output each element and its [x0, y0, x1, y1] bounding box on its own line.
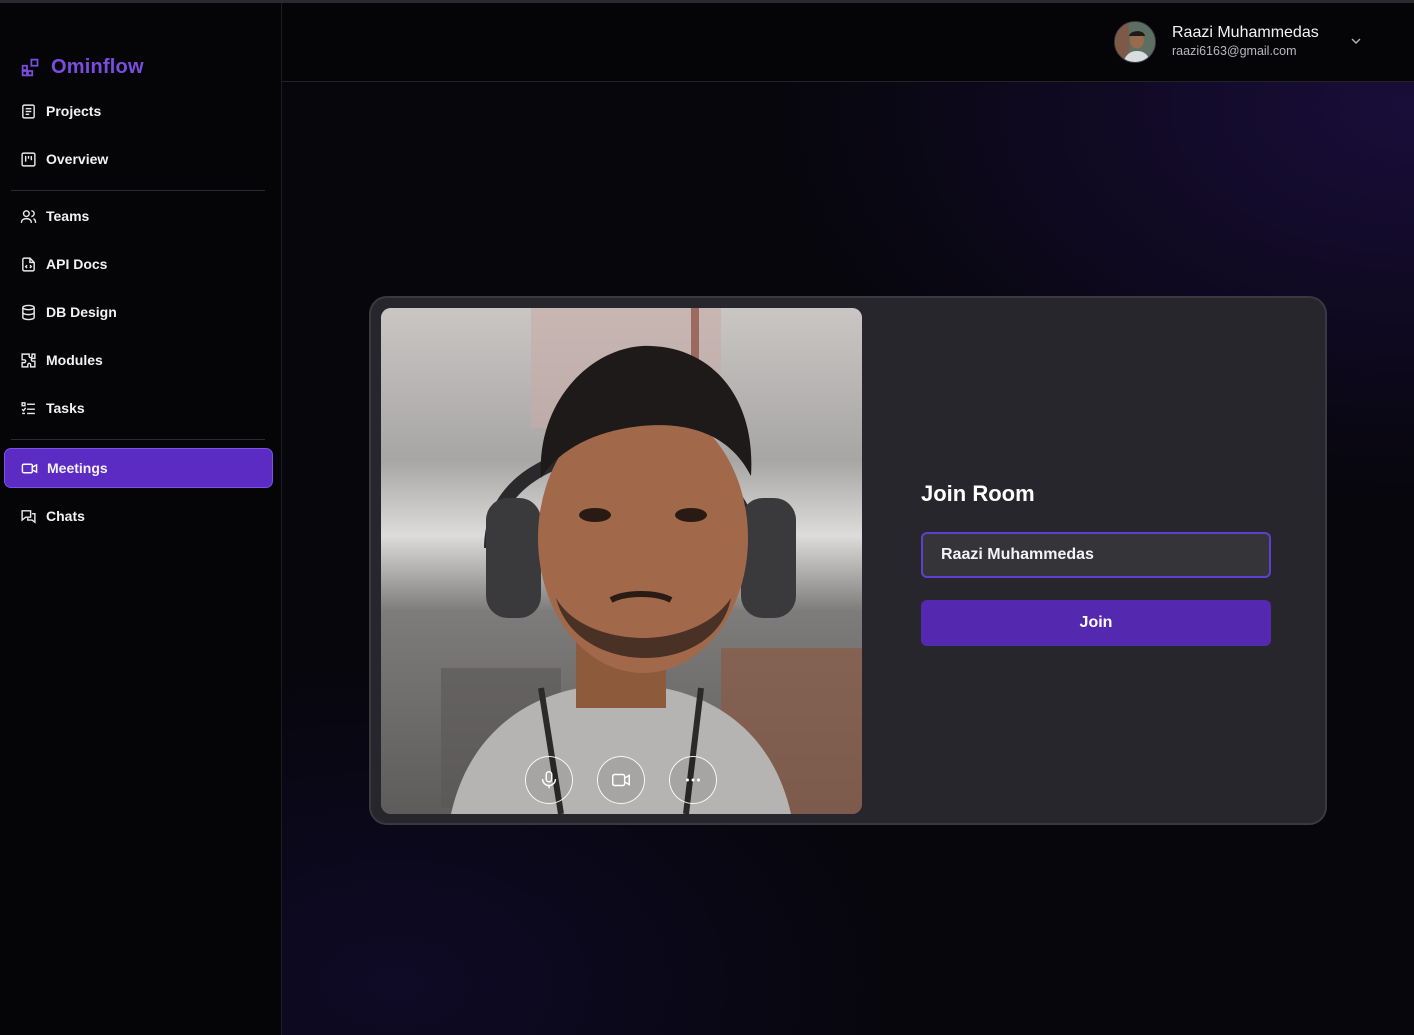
avatar[interactable]: [1114, 21, 1156, 63]
brand-name: Ominflow: [51, 55, 144, 78]
users-icon: [20, 209, 37, 223]
sidebar-item-label: Overview: [46, 151, 109, 167]
sidebar-item-chats[interactable]: Chats: [4, 496, 273, 536]
microphone-button[interactable]: [525, 756, 573, 804]
sidebar-item-projects[interactable]: Projects: [4, 91, 273, 131]
sidebar-item-db-design[interactable]: DB Design: [4, 292, 273, 332]
layout-blocks-icon: [21, 58, 39, 76]
sidebar-item-teams[interactable]: Teams: [4, 196, 273, 236]
sidebar-item-modules[interactable]: Modules: [4, 340, 273, 380]
sidebar-divider: [11, 190, 265, 191]
camera-preview: [381, 308, 862, 814]
file-code-icon: [22, 256, 35, 272]
sidebar-item-label: Modules: [46, 352, 103, 368]
camera-preview-image: [381, 308, 862, 814]
sidebar-item-api-docs[interactable]: API Docs: [4, 244, 273, 284]
user-email: raazi6163@gmail.com: [1172, 44, 1297, 58]
camera-icon: [612, 773, 630, 787]
brand[interactable]: Ominflow: [20, 53, 144, 81]
sidebar-item-label: Projects: [46, 103, 102, 119]
document-list-icon: [22, 103, 35, 119]
avatar-photo: [1115, 22, 1155, 62]
display-name-input[interactable]: [921, 532, 1271, 578]
chat-bubbles-icon: [21, 509, 36, 524]
camera-button[interactable]: [597, 756, 645, 804]
join-room-card: Join Room Join: [369, 296, 1327, 825]
video-icon: [21, 463, 38, 473]
checklist-icon: [21, 401, 35, 414]
microphone-icon: [541, 771, 557, 789]
sidebar-item-label: Chats: [46, 508, 85, 524]
media-controls: [525, 756, 717, 804]
sidebar-divider: [11, 439, 265, 440]
database-icon: [22, 304, 35, 320]
sidebar-item-meetings[interactable]: Meetings: [4, 448, 273, 488]
sidebar-item-label: Tasks: [46, 400, 85, 416]
join-button[interactable]: Join: [921, 600, 1271, 646]
join-room-title: Join Room: [921, 481, 1035, 506]
sidebar-item-label: Meetings: [47, 460, 108, 476]
sidebar-item-label: API Docs: [46, 256, 108, 272]
sidebar-item-overview[interactable]: Overview: [4, 139, 273, 179]
kanban-icon: [21, 151, 36, 167]
chevron-down-icon[interactable]: [1348, 33, 1364, 49]
puzzle-icon: [21, 352, 36, 368]
sidebar: Ominflow Projects Overview Teams API Doc…: [0, 3, 282, 1035]
user-name: Raazi Muhammedas: [1172, 24, 1319, 41]
more-icon: [686, 778, 700, 782]
sidebar-item-tasks[interactable]: Tasks: [4, 388, 273, 428]
more-options-button[interactable]: [669, 756, 717, 804]
top-header: Raazi Muhammedas raazi6163@gmail.com: [282, 3, 1414, 82]
main-content: Raazi Muhammedas raazi6163@gmail.com Joi…: [282, 3, 1414, 1035]
sidebar-item-label: Teams: [46, 208, 90, 224]
sidebar-item-label: DB Design: [46, 304, 117, 320]
